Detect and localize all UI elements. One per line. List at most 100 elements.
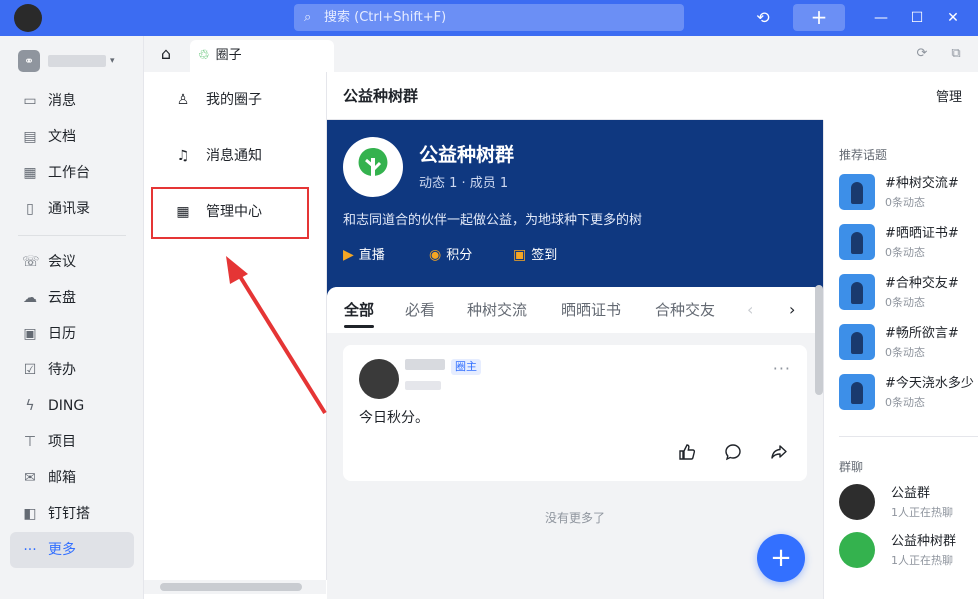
sidebar-item-ding[interactable]: ϟ DING: [10, 388, 134, 424]
create-post-button[interactable]: +: [757, 534, 805, 582]
sidebar-item-label: 工作台: [48, 165, 90, 181]
group-item[interactable]: 公益种树群 1人正在热聊: [839, 530, 978, 574]
horizontal-scrollbar[interactable]: [144, 580, 326, 594]
post-author-name-blurred[interactable]: [405, 359, 445, 370]
tab-circle[interactable]: ♲ 圈子: [190, 40, 334, 72]
history-icon[interactable]: ⟲: [752, 7, 774, 29]
right-divider: [839, 436, 978, 437]
contacts-icon: ▯: [26, 201, 34, 217]
circle-menu-panel: ♙ 我的圈子 ♫ 消息通知 ▦ 管理中心: [144, 72, 327, 580]
dingtalk-builder-icon: ◧: [23, 506, 37, 522]
sidebar-item-project[interactable]: ⊤ 项目: [10, 424, 134, 460]
post-card[interactable]: 圈主 ··· 今日秋分。: [343, 345, 807, 481]
sidebar-secondary-nav: ☏ 会议 ☁ 云盘 ▣ 日历 ☑ 待办 ϟ DING ⊤ 项目 ✉ 邮箱 ◧ 钉钉搭 ··· 更多: [10, 244, 134, 568]
topic-item[interactable]: #畅所欲言# 0条动态: [839, 322, 978, 366]
sidebar-item-cloud[interactable]: ☁ 云盘: [10, 280, 134, 316]
topic-title: #今天浇水多少: [885, 376, 974, 391]
feed-tabs: ‹ › 全部 必看 种树交流 晒晒证书 合种交友: [327, 287, 823, 333]
circle-menu-label: 消息通知: [206, 148, 262, 164]
circle-menu-item-1[interactable]: ♫ 消息通知: [150, 130, 316, 182]
post-author-avatar[interactable]: [359, 359, 399, 399]
post-more-icon[interactable]: ···: [773, 359, 791, 378]
feed-tab-0[interactable]: 全部: [344, 287, 375, 333]
sidebar-item-label: 通讯录: [48, 201, 90, 217]
maximize-button[interactable]: ☐: [904, 5, 930, 31]
sidebar-item-document[interactable]: ▤ 文档: [10, 119, 134, 155]
sidebar-item-mail[interactable]: ✉ 邮箱: [10, 460, 134, 496]
owner-badge: 圈主: [451, 359, 481, 375]
manage-button[interactable]: 管理: [936, 86, 962, 105]
user-avatar[interactable]: [14, 4, 42, 32]
topic-count: 0条动态: [885, 196, 925, 209]
sidebar-item-calendar[interactable]: ▣ 日历: [10, 316, 134, 352]
sidebar-item-label: 待办: [48, 362, 76, 378]
sidebar-item-dingtalk-builder[interactable]: ◧ 钉钉搭: [10, 496, 134, 532]
circle-header: 公益种树群: [327, 72, 823, 120]
vertical-scrollbar[interactable]: [815, 285, 823, 395]
scrollbar-thumb[interactable]: [160, 583, 302, 591]
points-icon: ◉: [429, 247, 442, 263]
minimize-button[interactable]: —: [868, 5, 894, 31]
sidebar-primary-nav: ▭ 消息 ▤ 文档 ▦ 工作台 ▯ 通讯录: [10, 83, 134, 227]
search-input[interactable]: ⌕ 搜索 (Ctrl+Shift+F): [294, 4, 684, 31]
topic-thumbnail: [839, 174, 875, 210]
org-switcher[interactable]: ⚭ ▾: [18, 50, 115, 74]
feed-tab-3[interactable]: 晒晒证书: [561, 287, 621, 333]
tree-icon: [358, 148, 388, 186]
topic-title: #畅所欲言#: [885, 326, 959, 341]
calendar-icon: ▣: [23, 326, 37, 342]
highlight-box: [151, 187, 309, 239]
topic-item[interactable]: #今天浇水多少 0条动态: [839, 372, 978, 416]
topic-item[interactable]: #种树交流# 0条动态: [839, 172, 978, 216]
topic-title: #晒晒证书#: [885, 226, 959, 241]
more-icon: ···: [23, 542, 37, 558]
close-button[interactable]: ✕: [940, 5, 966, 31]
org-icon: ⚭: [18, 50, 40, 72]
sidebar-item-meeting[interactable]: ☏ 会议: [10, 244, 134, 280]
sidebar-item-label: 文档: [48, 129, 76, 145]
live-button[interactable]: ▶ 直播: [343, 244, 385, 263]
feed-tab-4[interactable]: 合种交友: [655, 287, 715, 333]
sidebar-item-message[interactable]: ▭ 消息: [10, 83, 134, 119]
circle-main: 公益种树群 公益种树群 动态 1 · 成员 1 和志同道合的伙伴一起做公益，为地…: [327, 72, 823, 599]
share-window-icon[interactable]: ⧉: [946, 44, 966, 64]
circle-name: 公益种树群: [419, 144, 515, 166]
sidebar-item-more[interactable]: ··· 更多: [10, 532, 134, 568]
topic-item[interactable]: #晒晒证书# 0条动态: [839, 222, 978, 266]
circle-logo: [343, 137, 403, 197]
topic-title: #合种交友#: [885, 276, 959, 291]
points-button[interactable]: ◉ 积分: [429, 244, 472, 263]
home-tab[interactable]: ⌂: [154, 42, 178, 66]
topic-thumbnail: [839, 274, 875, 310]
sidebar-item-workbench[interactable]: ▦ 工作台: [10, 155, 134, 191]
checkin-button[interactable]: ▣ 签到: [513, 244, 557, 263]
feed-tab-1[interactable]: 必看: [405, 287, 435, 333]
topic-count: 0条动态: [885, 346, 925, 359]
workbench-icon: ▦: [23, 165, 37, 181]
sidebar-item-contacts[interactable]: ▯ 通讯录: [10, 191, 134, 227]
tab-circle-label: 圈子: [215, 48, 242, 63]
sidebar-item-todo[interactable]: ☑ 待办: [10, 352, 134, 388]
feed: ‹ › 全部 必看 种树交流 晒晒证书 合种交友 圈主 ··· 今日秋分。 没有更多了 …: [327, 287, 823, 599]
refresh-icon[interactable]: ⟳: [912, 44, 932, 64]
group-item[interactable]: 公益群 1人正在热聊: [839, 482, 978, 526]
mail-icon: ✉: [24, 470, 36, 486]
tab-next-icon[interactable]: ›: [789, 287, 795, 333]
create-button[interactable]: +: [793, 4, 845, 31]
tab-prev-icon[interactable]: ‹: [747, 287, 753, 333]
sidebar-item-label: 项目: [48, 434, 76, 450]
circle-menu-item-0[interactable]: ♙ 我的圈子: [150, 74, 316, 126]
group-status: 1人正在热聊: [891, 554, 953, 567]
share-icon[interactable]: [767, 443, 791, 467]
circle-icon: ♲: [198, 48, 210, 63]
topic-thumbnail: [839, 374, 875, 410]
no-more-text: 没有更多了: [544, 511, 605, 525]
group-name: 公益种树群: [891, 534, 957, 549]
topic-count: 0条动态: [885, 396, 925, 409]
topic-item[interactable]: #合种交友# 0条动态: [839, 272, 978, 316]
like-icon[interactable]: [675, 443, 699, 467]
feed-tab-2[interactable]: 种树交流: [467, 287, 527, 333]
ding-icon: ϟ: [25, 398, 35, 414]
live-icon: ▶: [343, 247, 354, 263]
comment-icon[interactable]: [721, 443, 745, 467]
